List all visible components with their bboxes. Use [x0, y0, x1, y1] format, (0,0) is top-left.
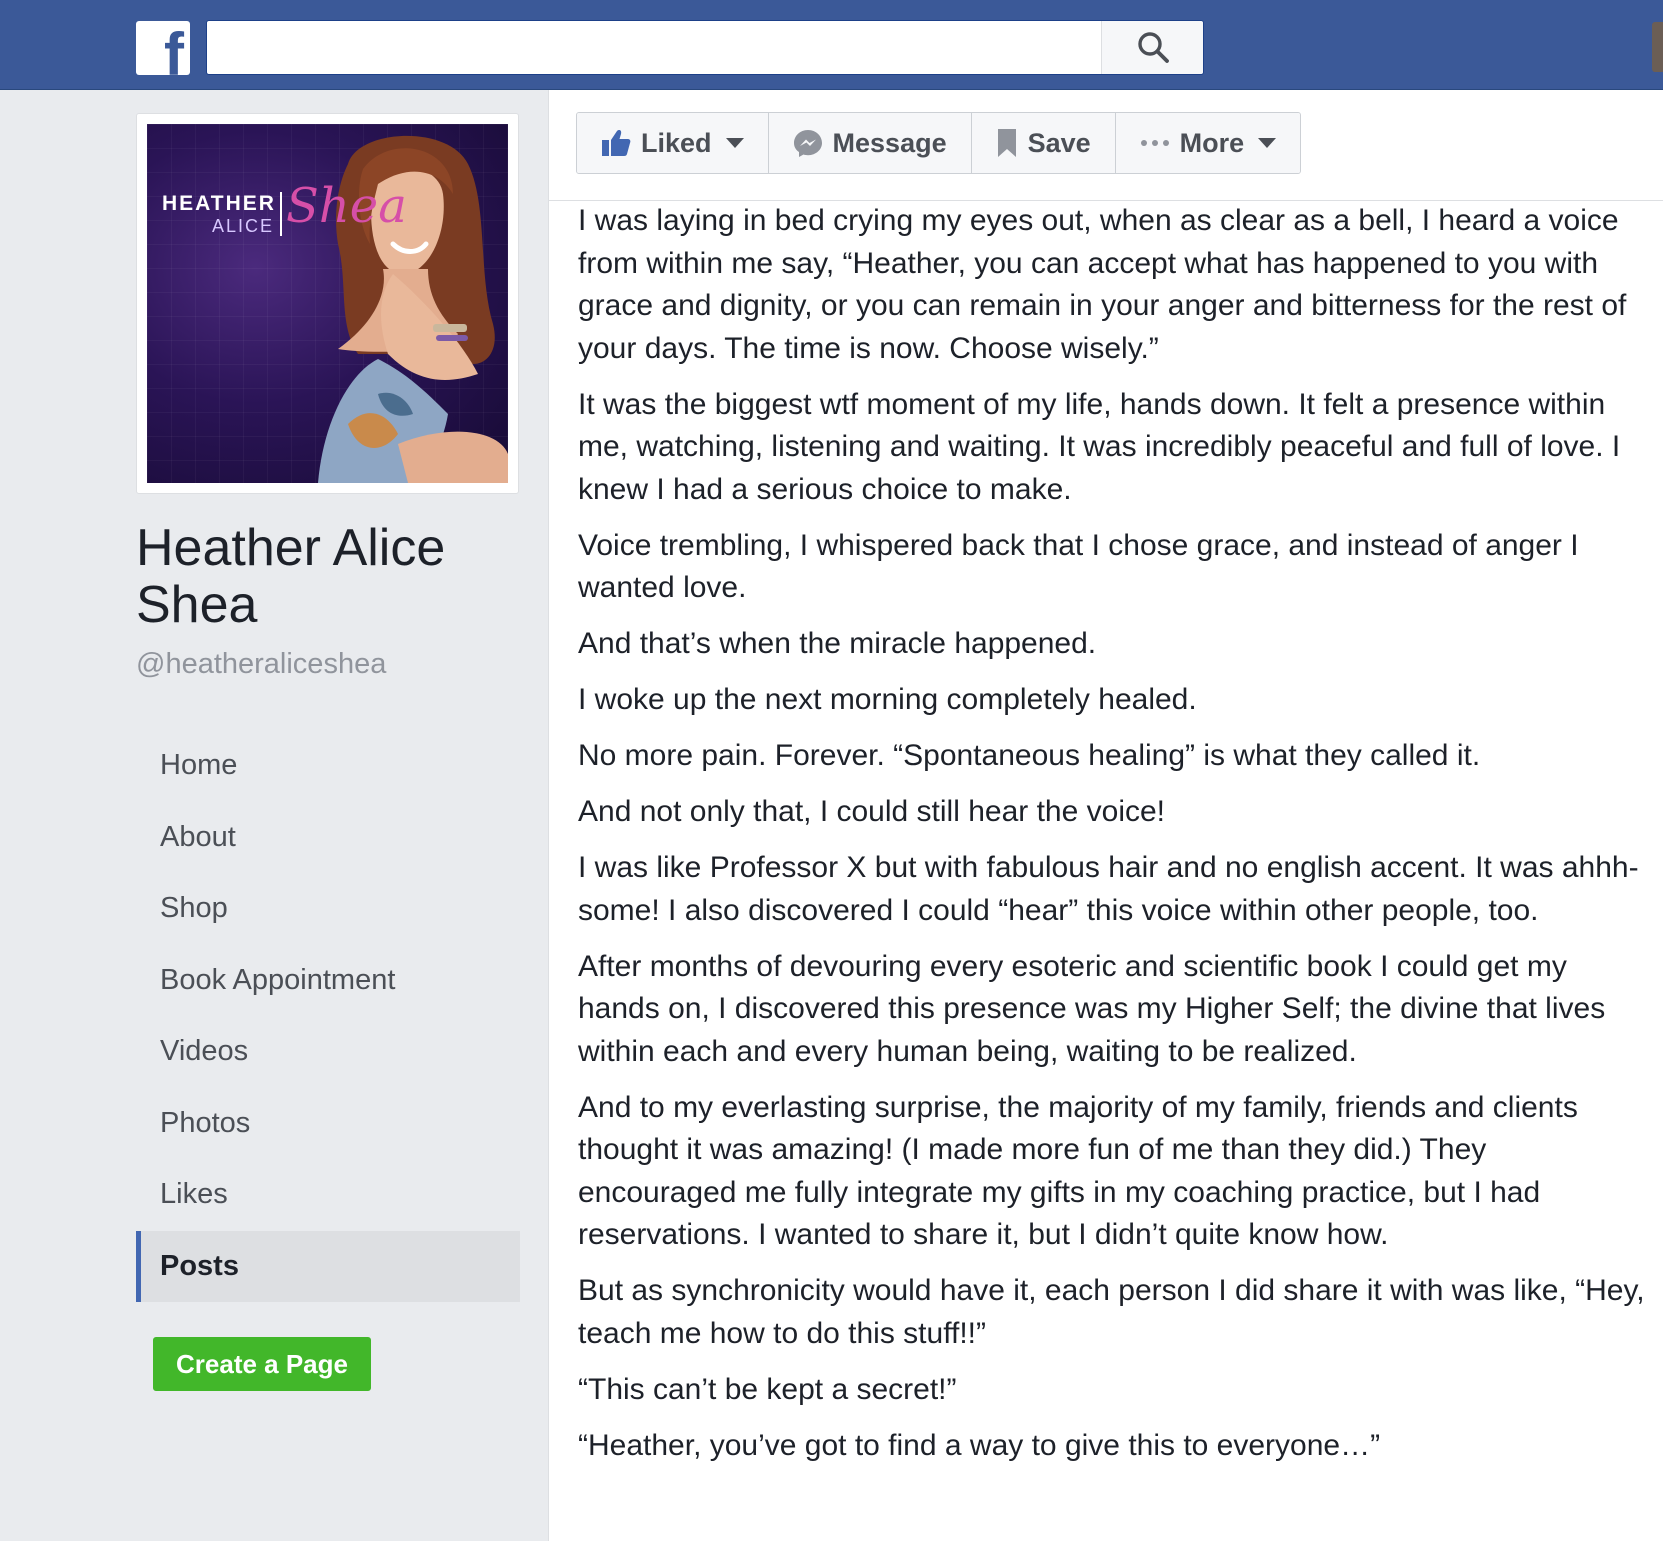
page-title: Heather Alice Shea	[136, 519, 446, 634]
post-paragraph: And not only that, I could still hear th…	[578, 795, 1166, 828]
search-icon	[1138, 32, 1169, 63]
search-input[interactable]	[207, 21, 1101, 74]
post-paragraph: I woke up the next morning completely he…	[578, 683, 1197, 716]
chevron-down-icon	[725, 138, 744, 148]
sidebar-item-photos[interactable]: Photos	[136, 1088, 520, 1160]
post-paragraph: Voice trembling, I whispered back that I…	[578, 528, 1579, 605]
brand-script: Shea	[286, 178, 407, 234]
user-avatar[interactable]	[1652, 22, 1663, 72]
ellipsis-icon	[1140, 140, 1169, 146]
more-button[interactable]: More	[1115, 113, 1301, 173]
page-action-bar: Liked Message Save More	[549, 90, 1663, 201]
post-paragraph: I was laying in bed crying my eyes out, …	[578, 204, 1627, 365]
sidebar-item-shop[interactable]: Shop	[136, 873, 520, 945]
liked-button[interactable]: Liked	[577, 113, 769, 173]
facebook-logo-icon[interactable]: f	[136, 21, 190, 75]
post-paragraph: And to my everlasting surprise, the majo…	[578, 1090, 1578, 1252]
post-paragraph: No more pain. Forever. “Spontaneous heal…	[578, 739, 1481, 772]
message-label: Message	[832, 127, 947, 158]
logo-letter: f	[164, 21, 184, 76]
post-paragraph: “Heather, you’ve got to find a way to gi…	[578, 1428, 1381, 1462]
save-label: Save	[1027, 127, 1091, 158]
page-navigation: Home About Shop Book Appointment Videos …	[136, 730, 520, 1302]
sidebar-item-book-appointment[interactable]: Book Appointment	[136, 945, 520, 1017]
create-page-button[interactable]: Create a Page	[153, 1337, 371, 1391]
sidebar-item-videos[interactable]: Videos	[136, 1016, 520, 1088]
post-paragraph: I was like Professor X but with fabulous…	[578, 851, 1639, 927]
search-button[interactable]	[1101, 21, 1203, 74]
main-content: Liked Message Save More I was laying in …	[548, 90, 1663, 1541]
post-paragraph: It was the biggest wtf moment of my life…	[578, 387, 1621, 506]
save-button[interactable]: Save	[971, 113, 1116, 173]
post-paragraph: After months of devouring every esoteric…	[578, 949, 1606, 1068]
liked-label: Liked	[641, 127, 712, 158]
more-label: More	[1179, 127, 1245, 158]
post-paragraph: But as synchronicity would have it, each…	[578, 1274, 1645, 1350]
sidebar-item-likes[interactable]: Likes	[136, 1159, 520, 1231]
post-body: I was laying in bed crying my eyes out, …	[578, 200, 1648, 1481]
top-bar: f	[0, 0, 1663, 90]
message-button[interactable]: Message	[768, 113, 972, 173]
post-paragraph: And that’s when the miracle happened.	[578, 627, 1097, 660]
messenger-icon	[793, 130, 822, 157]
page-handle[interactable]: @heatheraliceshea	[136, 648, 386, 681]
sidebar-item-about[interactable]: About	[136, 802, 520, 874]
search-box	[206, 20, 1204, 75]
profile-picture-frame[interactable]: HEATHER ALICE Shea	[136, 113, 519, 494]
chevron-down-icon	[1258, 138, 1277, 148]
profile-picture: HEATHER ALICE Shea	[147, 124, 508, 483]
bookmark-icon	[997, 129, 1016, 157]
thumbs-up-icon	[602, 130, 631, 156]
action-button-group: Liked Message Save More	[576, 112, 1302, 174]
brand-line-1: HEATHER	[162, 192, 276, 215]
sidebar-item-posts[interactable]: Posts	[136, 1230, 520, 1302]
sidebar-item-home[interactable]: Home	[136, 730, 520, 802]
brand-line-2: ALICE	[212, 216, 275, 236]
post-paragraph: “This can’t be kept a secret!”	[578, 1372, 957, 1406]
brand-divider	[280, 192, 282, 236]
